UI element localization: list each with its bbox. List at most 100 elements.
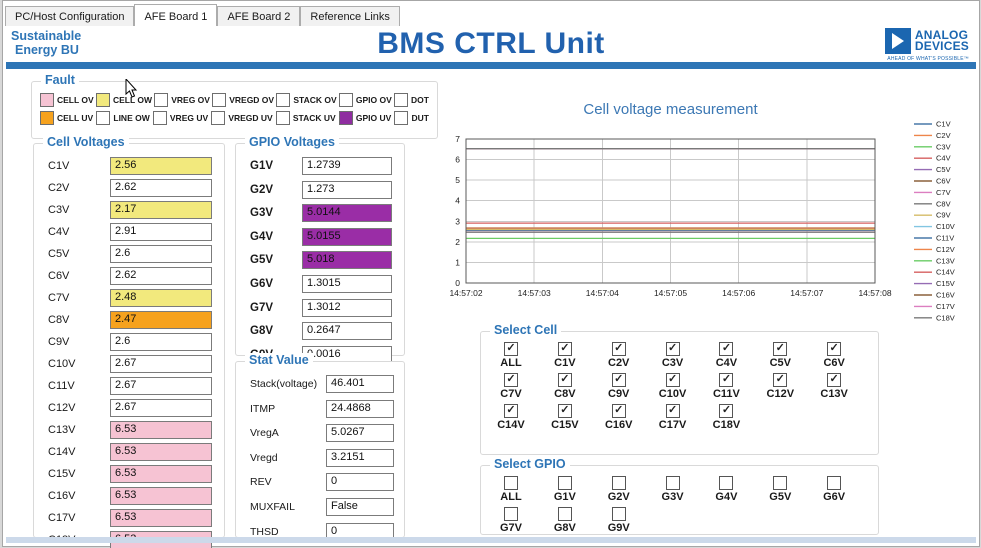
value-field-g7v[interactable]: 1.3012 [302,299,392,317]
value-field-muxfail[interactable]: False [326,498,394,516]
checkbox-c17v[interactable]: ✓ [666,404,680,418]
checkbox-all[interactable] [504,476,518,490]
tab-afe-board-2[interactable]: AFE Board 2 [217,6,300,26]
checkbox-c2v[interactable]: ✓ [612,342,626,356]
checkbox-c14v[interactable]: ✓ [504,404,518,418]
value-field-g3v[interactable]: 5.0144 [302,204,392,222]
fault-indicator-gpio-ov[interactable] [339,93,353,107]
value-field-c3v[interactable]: 2.17 [110,201,212,219]
checkbox-item-c10v[interactable]: ✓C10V [653,373,693,400]
fault-indicator-stack-uv[interactable] [276,111,290,125]
fault-indicator-vreg-uv[interactable] [153,111,167,125]
value-field-c14v[interactable]: 6.53 [110,443,212,461]
value-field-g2v[interactable]: 1.273 [302,181,392,199]
checkbox-item-c4v[interactable]: ✓C4V [706,342,746,369]
checkbox-item-g1v[interactable]: G1V [545,476,585,503]
fault-indicator-vregd-ov[interactable] [212,93,226,107]
tab-pc-host-configuration[interactable]: PC/Host Configuration [5,6,134,26]
checkbox-c3v[interactable]: ✓ [666,342,680,356]
checkbox-item-all[interactable]: ALL [491,476,531,503]
value-field-c16v[interactable]: 6.53 [110,487,212,505]
fault-indicator-dut[interactable] [394,111,408,125]
checkbox-all[interactable]: ✓ [504,342,518,356]
value-field-itmp[interactable]: 24.4868 [326,400,394,418]
fault-indicator-dot[interactable] [394,93,408,107]
checkbox-item-c5v[interactable]: ✓C5V [760,342,800,369]
checkbox-item-all[interactable]: ✓ALL [491,342,531,369]
checkbox-c5v[interactable]: ✓ [773,342,787,356]
value-field-c9v[interactable]: 2.6 [110,333,212,351]
value-field-g4v[interactable]: 5.0155 [302,228,392,246]
checkbox-c1v[interactable]: ✓ [558,342,572,356]
value-field-g6v[interactable]: 1.3015 [302,275,392,293]
fault-indicator-vregd-uv[interactable] [211,111,225,125]
checkbox-item-c11v[interactable]: ✓C11V [706,373,746,400]
checkbox-g4v[interactable] [719,476,733,490]
checkbox-c6v[interactable]: ✓ [827,342,841,356]
checkbox-c15v[interactable]: ✓ [558,404,572,418]
fault-indicator-line-ow[interactable] [96,111,110,125]
value-field-c8v[interactable]: 2.47 [110,311,212,329]
value-field-c12v[interactable]: 2.67 [110,399,212,417]
value-field-vregd[interactable]: 3.2151 [326,449,394,467]
checkbox-c11v[interactable]: ✓ [719,373,733,387]
fault-indicator-stack-ov[interactable] [276,93,290,107]
checkbox-item-c9v[interactable]: ✓C9V [599,373,639,400]
checkbox-g3v[interactable] [666,476,680,490]
checkbox-c12v[interactable]: ✓ [773,373,787,387]
checkbox-g7v[interactable] [504,507,518,521]
value-field-c11v[interactable]: 2.67 [110,377,212,395]
checkbox-item-c8v[interactable]: ✓C8V [545,373,585,400]
checkbox-item-c14v[interactable]: ✓C14V [491,404,531,431]
checkbox-item-c2v[interactable]: ✓C2V [599,342,639,369]
value-field-vrega[interactable]: 5.0267 [326,424,394,442]
checkbox-c8v[interactable]: ✓ [558,373,572,387]
value-field-c1v[interactable]: 2.56 [110,157,212,175]
checkbox-c13v[interactable]: ✓ [827,373,841,387]
checkbox-item-g9v[interactable]: G9V [599,507,639,534]
value-field-stack-voltage-[interactable]: 46.401 [326,375,394,393]
checkbox-c16v[interactable]: ✓ [612,404,626,418]
value-field-c2v[interactable]: 2.62 [110,179,212,197]
checkbox-item-g4v[interactable]: G4V [706,476,746,503]
checkbox-item-c12v[interactable]: ✓C12V [760,373,800,400]
checkbox-item-c6v[interactable]: ✓C6V [814,342,854,369]
value-field-c10v[interactable]: 2.67 [110,355,212,373]
value-field-c7v[interactable]: 2.48 [110,289,212,307]
checkbox-item-c13v[interactable]: ✓C13V [814,373,854,400]
checkbox-c4v[interactable]: ✓ [719,342,733,356]
checkbox-item-c16v[interactable]: ✓C16V [599,404,639,431]
checkbox-g9v[interactable] [612,507,626,521]
fault-indicator-cell-uv[interactable] [40,111,54,125]
checkbox-g6v[interactable] [827,476,841,490]
value-field-rev[interactable]: 0 [326,473,394,491]
checkbox-g2v[interactable] [612,476,626,490]
value-field-c6v[interactable]: 2.62 [110,267,212,285]
checkbox-c9v[interactable]: ✓ [612,373,626,387]
checkbox-item-g8v[interactable]: G8V [545,507,585,534]
checkbox-item-g2v[interactable]: G2V [599,476,639,503]
checkbox-item-c3v[interactable]: ✓C3V [653,342,693,369]
value-field-g5v[interactable]: 5.018 [302,251,392,269]
checkbox-item-c15v[interactable]: ✓C15V [545,404,585,431]
checkbox-g5v[interactable] [773,476,787,490]
fault-indicator-cell-ow[interactable] [96,93,110,107]
value-field-g1v[interactable]: 1.2739 [302,157,392,175]
checkbox-item-g3v[interactable]: G3V [653,476,693,503]
value-field-c5v[interactable]: 2.6 [110,245,212,263]
checkbox-item-g5v[interactable]: G5V [760,476,800,503]
checkbox-item-c7v[interactable]: ✓C7V [491,373,531,400]
checkbox-item-g6v[interactable]: G6V [814,476,854,503]
checkbox-c10v[interactable]: ✓ [666,373,680,387]
fault-indicator-vreg-ov[interactable] [154,93,168,107]
value-field-c17v[interactable]: 6.53 [110,509,212,527]
checkbox-item-g7v[interactable]: G7V [491,507,531,534]
fault-indicator-cell-ov[interactable] [40,93,54,107]
value-field-g8v[interactable]: 0.2647 [302,322,392,340]
checkbox-item-c18v[interactable]: ✓C18V [706,404,746,431]
tab-reference-links[interactable]: Reference Links [300,6,400,26]
checkbox-item-c1v[interactable]: ✓C1V [545,342,585,369]
value-field-c15v[interactable]: 6.53 [110,465,212,483]
value-field-c13v[interactable]: 6.53 [110,421,212,439]
checkbox-c18v[interactable]: ✓ [719,404,733,418]
